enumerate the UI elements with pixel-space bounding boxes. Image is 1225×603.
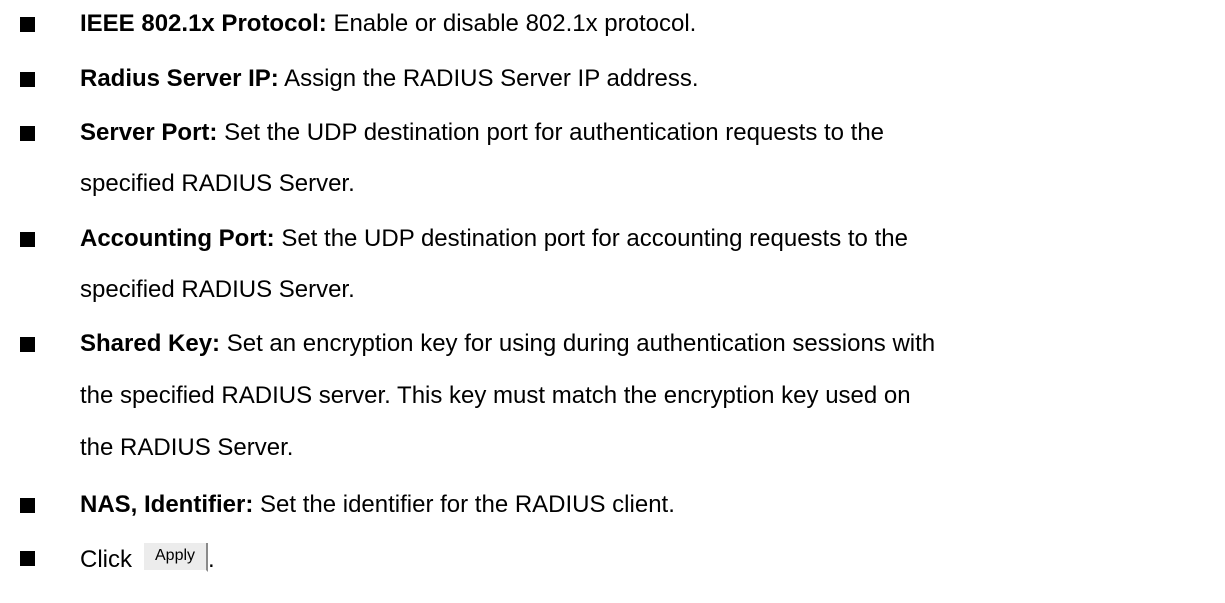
list-item-line: Shared Key: Set an encryption key for us…: [80, 330, 935, 358]
list-item-line: NAS, Identifier: Set the identifier for …: [80, 491, 675, 519]
list-item-line: Accounting Port: Set the UDP destination…: [80, 225, 908, 253]
click-instruction-text: Click: [80, 546, 132, 573]
sentence-period: .: [208, 546, 215, 573]
square-bullet-icon: [20, 337, 35, 352]
list-item-term: NAS, Identifier:: [80, 491, 254, 518]
list-item-text: Assign the RADIUS Server IP address.: [284, 65, 699, 92]
square-bullet-icon: [20, 498, 35, 513]
list-item-line: specified RADIUS Server.: [80, 276, 355, 303]
list-item-line: Click Apply.: [80, 543, 215, 575]
square-bullet-icon: [20, 232, 35, 247]
list-item-term: Accounting Port:: [80, 225, 275, 252]
list-item-text: Set the UDP destination port for account…: [281, 225, 908, 252]
square-bullet-icon: [20, 17, 35, 32]
list-item-term: Server Port:: [80, 119, 218, 146]
list-item-line: Server Port: Set the UDP destination por…: [80, 119, 884, 147]
list-item-text: Set an encryption key for using during a…: [226, 330, 936, 357]
apply-button[interactable]: Apply: [144, 543, 209, 573]
square-bullet-icon: [20, 126, 35, 141]
list-item-line: Radius Server IP: Assign the RADIUS Serv…: [80, 65, 699, 93]
list-item-term: Shared Key:: [80, 330, 221, 357]
list-item-line: IEEE 802.1x Protocol: Enable or disable …: [80, 10, 696, 38]
list-item-term: Radius Server IP:: [80, 65, 279, 92]
list-item-text: Enable or disable 802.1x protocol.: [333, 10, 697, 37]
list-item-line: specified RADIUS Server.: [80, 170, 355, 197]
square-bullet-icon: [20, 72, 35, 87]
list-item-text: Set the UDP destination port for authent…: [224, 119, 885, 146]
list-item-term: IEEE 802.1x Protocol:: [80, 10, 327, 37]
list-item-line: the specified RADIUS server. This key mu…: [80, 382, 911, 409]
list-item-line: the RADIUS Server.: [80, 434, 294, 461]
list-item-text: Set the identifier for the RADIUS client…: [260, 491, 675, 518]
square-bullet-icon: [20, 551, 35, 566]
